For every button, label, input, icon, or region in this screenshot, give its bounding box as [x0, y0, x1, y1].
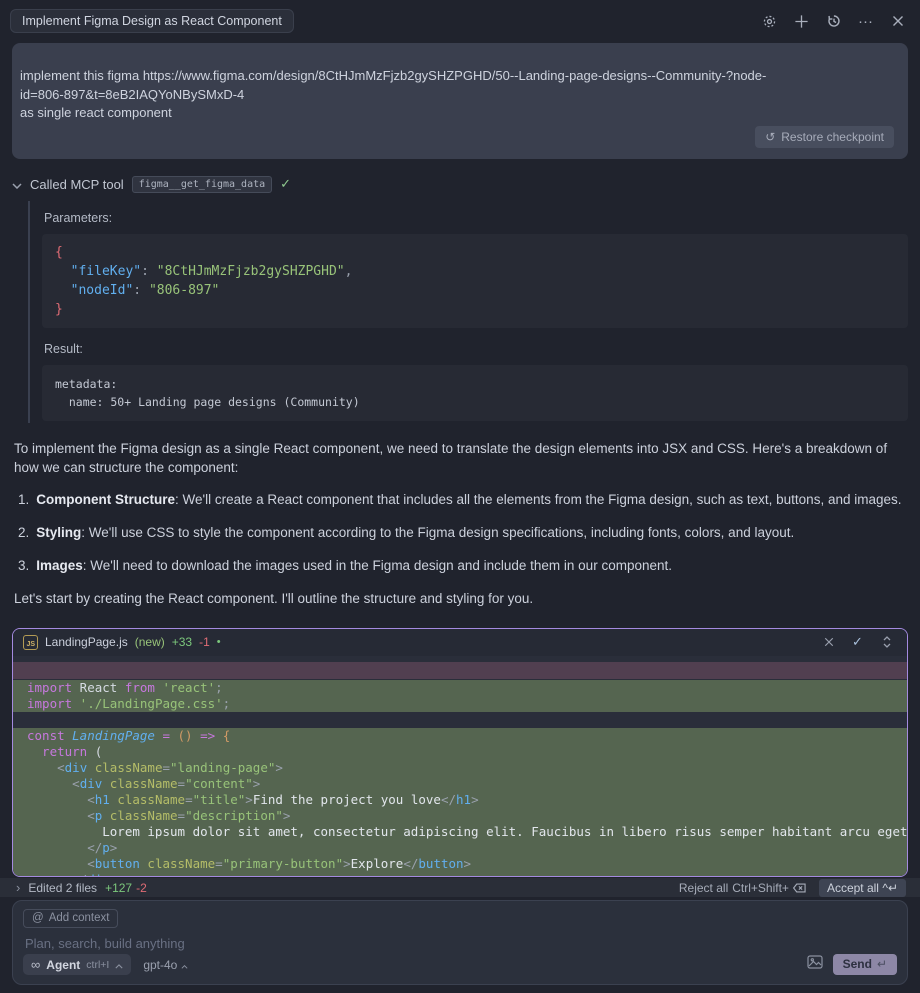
review-removed-count: -2 — [136, 881, 147, 895]
diff-header: JS LandingPage.js (new) +33 -1 • ✓ — [13, 629, 907, 656]
diff-added-count: +33 — [172, 635, 192, 649]
settings-gear-icon[interactable] — [761, 13, 778, 30]
deleted-line-strip — [13, 662, 907, 679]
diff-code-area[interactable]: import React from 'react';import './Land… — [13, 656, 907, 877]
accept-file-check-icon[interactable]: ✓ — [849, 634, 866, 651]
at-sign-icon: @ — [32, 912, 44, 924]
review-bar: › Edited 2 files +127 -2 Reject all Ctrl… — [0, 878, 920, 897]
list-item: 2.Styling: We'll use CSS to style the co… — [18, 523, 906, 542]
infinity-icon: ∞ — [31, 957, 40, 972]
result-label: Result: — [44, 342, 908, 356]
expand-collapse-icon[interactable] — [878, 634, 895, 651]
result-code-block: metadata: name: 50+ Landing page designs… — [42, 365, 908, 421]
assistant-message: To implement the Figma design as a singl… — [14, 439, 906, 621]
unsaved-dot: • — [217, 636, 221, 648]
parameters-code-block: { "fileKey": "8CtHJmMzFjzb2gySHZPGHD", "… — [42, 234, 908, 328]
list-item: 1.Component Structure: We'll create a Re… — [18, 490, 906, 509]
mcp-tool-call: Called MCP tool figma__get_figma_data ✓ … — [10, 176, 908, 423]
diff-file-status: (new) — [135, 635, 165, 649]
mcp-tool-header[interactable]: Called MCP tool figma__get_figma_data ✓ — [10, 176, 908, 193]
accept-all-button[interactable]: Accept all ^↵ — [819, 879, 906, 897]
review-added-count: +127 — [105, 881, 132, 895]
mcp-tool-body: Parameters: { "fileKey": "8CtHJmMzFjzb2g… — [28, 201, 908, 423]
chevron-right-icon: › — [16, 880, 20, 895]
new-chat-plus-icon[interactable] — [793, 13, 810, 30]
attach-image-icon[interactable] — [807, 955, 823, 974]
mcp-tool-title: Called MCP tool — [30, 177, 124, 192]
user-message-text-line2: as single react component — [20, 104, 896, 123]
parameters-label: Parameters: — [44, 211, 908, 225]
history-icon[interactable] — [825, 13, 842, 30]
edited-files-summary[interactable]: › Edited 2 files +127 -2 — [16, 880, 147, 895]
undo-icon: ↺ — [765, 130, 775, 144]
user-message-text: implement this figma https://www.figma.c… — [20, 67, 784, 104]
panel-header: Implement Figma Design as React Componen… — [0, 0, 920, 38]
composer-right-actions: Send ↵ — [807, 954, 897, 975]
model-selector[interactable]: gpt-4o — [143, 958, 188, 972]
composer-toolbar: ∞ Agent ctrl+I gpt-4o Send ↵ — [23, 954, 897, 975]
return-key-icon: ↵ — [877, 957, 887, 971]
send-button[interactable]: Send ↵ — [833, 954, 897, 975]
agent-mode-selector[interactable]: ∞ Agent ctrl+I — [23, 954, 131, 975]
user-message-card: implement this figma https://www.figma.c… — [12, 43, 908, 159]
add-context-button[interactable]: @ Add context — [23, 909, 118, 928]
review-actions: Reject all Ctrl+Shift+ Accept all ^↵ — [679, 879, 906, 897]
backspace-icon — [793, 883, 806, 893]
list-item: 3.Images: We'll need to download the ima… — [18, 556, 906, 575]
chevron-down-icon — [12, 177, 22, 192]
chat-title-tab[interactable]: Implement Figma Design as React Componen… — [10, 9, 294, 33]
diff-filename[interactable]: LandingPage.js — [45, 635, 128, 649]
composer-input[interactable]: Plan, search, build anything — [25, 936, 895, 954]
assistant-outro-paragraph: Let's start by creating the React compon… — [14, 589, 906, 608]
mcp-tool-name-badge: figma__get_figma_data — [132, 176, 272, 193]
chevron-up-icon — [181, 958, 188, 972]
header-actions: ··· — [761, 13, 906, 30]
added-code-lines: import React from 'react';import './Land… — [13, 680, 907, 877]
reject-file-x-icon[interactable] — [820, 634, 837, 651]
code-diff-card: JS LandingPage.js (new) +33 -1 • ✓ impor… — [12, 628, 908, 878]
reject-all-button[interactable]: Reject all Ctrl+Shift+ — [679, 881, 806, 895]
success-check-icon: ✓ — [280, 176, 291, 192]
diff-removed-count: -1 — [199, 635, 210, 649]
javascript-file-icon: JS — [23, 635, 38, 650]
chevron-up-icon — [115, 958, 123, 972]
composer: @ Add context Plan, search, build anythi… — [12, 900, 908, 985]
restore-checkpoint-button[interactable]: ↺ Restore checkpoint — [755, 126, 894, 148]
assistant-panel: Implement Figma Design as React Componen… — [0, 0, 920, 993]
assistant-intro-paragraph: To implement the Figma design as a singl… — [14, 439, 906, 477]
close-panel-icon[interactable] — [889, 13, 906, 30]
diff-header-actions: ✓ — [820, 634, 895, 651]
more-options-icon[interactable]: ··· — [857, 13, 874, 30]
